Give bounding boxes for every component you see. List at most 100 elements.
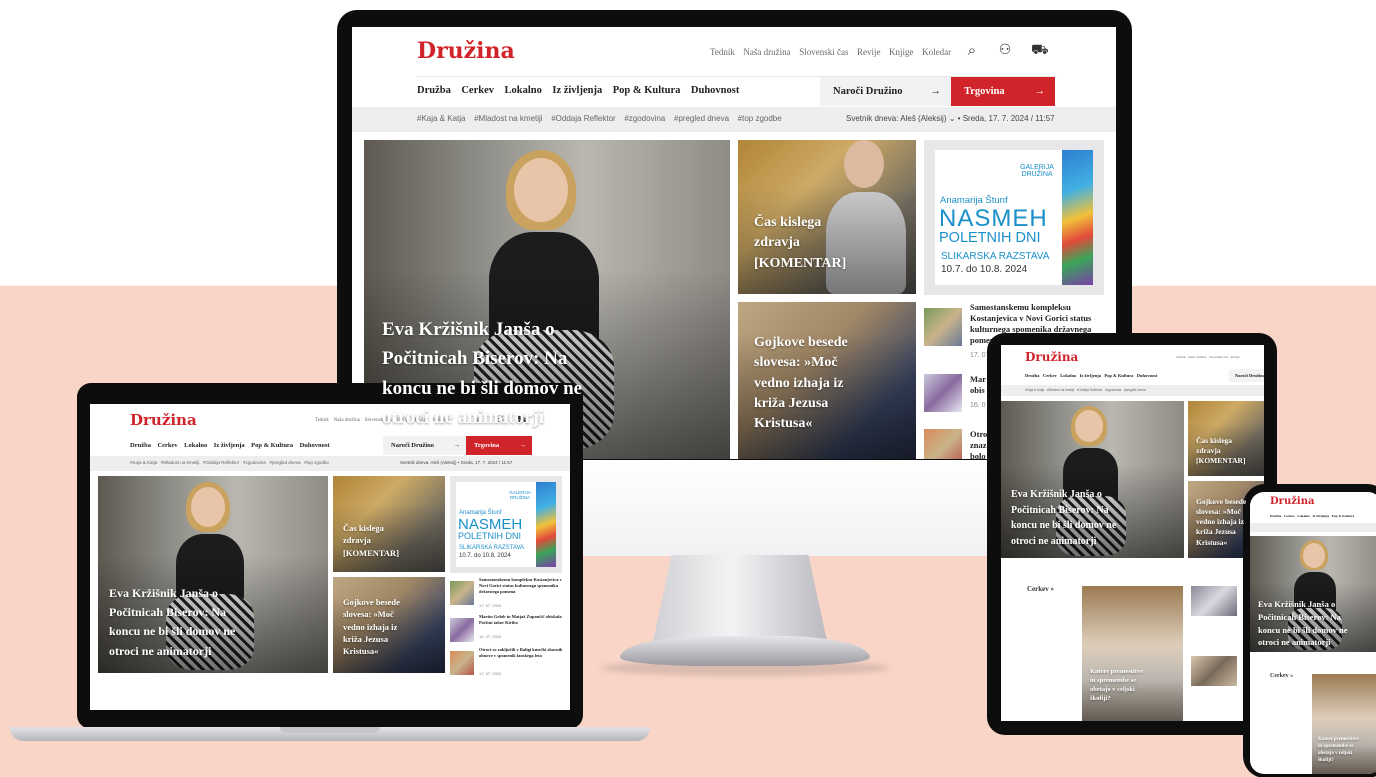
user-icon[interactable]: ⚇ [997, 42, 1013, 59]
nav-item-lokalno[interactable]: Lokalno [505, 85, 542, 96]
top-link-tednik[interactable]: Tednik [710, 47, 735, 57]
trending-tags: #Kaja & Katja #Mladost na kmetiji #Oddaja … [130, 460, 329, 465]
tag-item[interactable]: #Kaja & Katja [417, 114, 465, 123]
laptop-screen: Družina Tednik Naša družina Slovenski ča… [90, 404, 570, 710]
top-link-knjige[interactable]: Knjige [889, 47, 914, 57]
subscribe-button[interactable]: Naroči Družino → [383, 436, 466, 455]
ad-gallery-name: GALERIJA DRUŽINA [1020, 164, 1054, 179]
phone-screen: Družina Družba Cerkev Lokalno Iz življenja P… [1250, 492, 1376, 774]
list-item[interactable]: Otroci so zaključili v Baligi kmečki zbo… [450, 647, 565, 677]
shop-button[interactable]: Trgovina → [466, 436, 532, 455]
top-links: Tednik Naša družina Slovenski čas Revije… [710, 47, 957, 57]
commentary-article-title[interactable]: Čas kislega zdravja [KOMENTAR] [343, 522, 443, 559]
nav-item[interactable]: Duhovnost [300, 442, 330, 449]
chevron-down-icon: ⌄ [948, 114, 956, 123]
gojko-article-title[interactable]: Gojkove besede slovesa: »Moč vedno izhaj… [1196, 497, 1264, 548]
nav-item-iz-zivljenja[interactable]: Iz življenja [552, 85, 602, 96]
nav-item[interactable]: Družba [130, 442, 151, 449]
subscribe-button[interactable]: Naroči Družino → [820, 77, 951, 106]
list-item[interactable]: Martin Golob in Matjaž Zupančič obiskala… [450, 614, 565, 642]
subscribe-label: Naroči Družino [833, 86, 903, 97]
main-nav: Družba Cerkev Lokalno Iz življenja Pop & Kul… [1025, 373, 1158, 378]
list-item-thumbnail [924, 308, 962, 346]
section-list-thumbnail[interactable] [1191, 586, 1237, 616]
gallery-ad-banner[interactable]: GALERIJA DRUŽINA Anamarija Štunf NASMEH P… [924, 140, 1104, 295]
date-time: Sreda, 17. 7. 2024 / 11:57 [962, 114, 1055, 123]
hero-article-title[interactable]: Eva Kržišnik Janša o Počitnicah Biserov:… [1011, 487, 1179, 549]
nav-item-duhovnost[interactable]: Duhovnost [691, 85, 739, 96]
laptop-notch [280, 727, 380, 733]
main-nav: Družba Cerkev Lokalno Iz življenja Pop & Kul… [1270, 514, 1355, 518]
trending-tags: #Kaja & Katja #Mladost na kmetiji #Oddaja … [1025, 388, 1146, 392]
list-item-thumbnail [924, 429, 962, 459]
arrow-right-icon: → [453, 442, 461, 449]
gallery-ad-banner[interactable]: GALERIJA DRUŽINA Anamarija Štunf NASMEH PO… [450, 476, 562, 573]
arrow-right-icon: → [930, 86, 942, 97]
site-logo[interactable]: Družina [1025, 350, 1078, 364]
top-link-revije[interactable]: Revije [857, 47, 881, 57]
commentary-article-title[interactable]: Čas kislega zdravja [KOMENTAR] [1196, 436, 1264, 466]
nav-item[interactable]: Cerkev [157, 442, 177, 449]
tag-item[interactable]: #zgodovina [624, 114, 665, 123]
top-link[interactable]: Naša družina [334, 418, 360, 423]
subscribe-label: Naroči Družino [391, 442, 435, 449]
hero-article-title[interactable]: Eva Kržišnik Janša o Počitnicah Biserov:… [382, 315, 702, 433]
ad-title: NASMEH POLETNIH DNI [939, 205, 1048, 246]
site-logo[interactable]: Družina [130, 411, 197, 429]
top-link[interactable]: Tednik [315, 418, 329, 423]
saint-of-day[interactable]: Svetnik dneva: Aleš (Aleksij) • Sreda, 1… [400, 460, 512, 465]
gojko-article-title[interactable]: Gojkove besede slovesa: »Moč vedno izhaj… [343, 596, 443, 658]
nav-item-cerkev[interactable]: Cerkev [461, 85, 494, 96]
section-feature-title[interactable]: Katere premestitve in spremembe se obeta… [1090, 667, 1180, 703]
top-link-nasa-druzina[interactable]: Naša družina [743, 47, 790, 57]
druzina-site-tablet: Družina Tednik Naša družina Slovenski čas R… [1001, 345, 1264, 721]
nav-item[interactable]: Iz življenja [214, 442, 245, 449]
tags-bar [1250, 523, 1376, 532]
top-link-slovenski-cas[interactable]: Slovenski čas [799, 47, 848, 57]
tablet-screen: Družina Tednik Naša družina Slovenski čas R… [1001, 345, 1264, 721]
list-item-date: 16. 0 [970, 402, 986, 409]
shop-button[interactable]: Trgovina → [951, 77, 1055, 106]
list-item-thumbnail [924, 374, 962, 412]
tag-item[interactable]: #Oddaja Reflektor [551, 114, 615, 123]
ad-painting [1062, 150, 1093, 285]
ad-subtitle: SLIKARSKA RAZSTAVA 10.7. do 10.8. 2024 [941, 251, 1050, 275]
site-logo[interactable]: Družina [1270, 496, 1314, 507]
nav-item-pop-kultura[interactable]: Pop & Kultura [613, 85, 681, 96]
arrow-right-icon: → [1034, 86, 1046, 97]
list-item[interactable]: Samostanskemu kompleksu Kostanjevica v N… [450, 577, 565, 609]
main-nav: Družba Cerkev Lokalno Iz življenja Pop &… [130, 442, 334, 449]
hero-article-title[interactable]: Eva Kržišnik Janša o Počitnicah Biserov:… [109, 584, 309, 661]
druzina-site-phone: Družina Družba Cerkev Lokalno Iz življenja P… [1250, 492, 1376, 774]
list-item-title: Otro znaz bolo [970, 429, 988, 459]
saint-of-day-text: Svetnik dneva: Aleš (Aleksij) [846, 114, 947, 123]
subscribe-button[interactable]: Naroči Družino [1229, 369, 1264, 382]
druzina-site-laptop: Družina Tednik Naša družina Slovenski ča… [90, 404, 570, 710]
hero-article-title[interactable]: Eva Kržišnik Janša o Počitnicah Biserov:… [1258, 598, 1376, 649]
section-list-thumbnail[interactable] [1191, 656, 1237, 686]
nav-item-druzba[interactable]: Družba [417, 85, 451, 96]
trending-tags: #Kaja & Katja #Mladost na kmetiji #Oddaj… [417, 114, 788, 123]
list-item-title: Mar obis [970, 374, 987, 396]
top-link-koledar[interactable]: Koledar [922, 47, 951, 57]
section-feature-title[interactable]: Katere premestitve in spremembe se obeta… [1318, 736, 1376, 764]
commentary-article-title[interactable]: Čas kislega zdravja [KOMENTAR] [754, 213, 904, 274]
arrow-right-icon: → [519, 442, 527, 449]
section-title-cerkev[interactable]: Cerkev » [1027, 585, 1054, 593]
site-logo[interactable]: Družina [417, 38, 515, 64]
tag-item[interactable]: #top zgodbe [738, 114, 782, 123]
main-nav: Družba Cerkev Lokalno Iz življenja Pop &… [417, 85, 747, 96]
saint-of-day[interactable]: Svetnik dneva: Aleš (Aleksij) ⌄ • Sreda,… [846, 114, 1055, 123]
cart-icon[interactable]: ⛟ [1031, 42, 1049, 60]
shop-label: Trgovina [474, 442, 500, 449]
tag-item[interactable]: #Mladost na kmetiji [474, 114, 542, 123]
section-title-cerkev[interactable]: Cerkev » [1270, 673, 1293, 679]
gojko-article-title[interactable]: Gojkove besede slovesa: »Moč vedno izhaj… [754, 333, 904, 434]
shop-label: Trgovina [964, 86, 1005, 97]
top-links: Tednik Naša družina Slovenski čas Revije [1176, 355, 1240, 359]
nav-item[interactable]: Pop & Kultura [251, 442, 293, 449]
monitor-stand-base [620, 636, 870, 666]
search-icon[interactable]: ⌕ [964, 42, 980, 60]
nav-item[interactable]: Lokalno [184, 442, 207, 449]
tag-item[interactable]: #pregled dneva [674, 114, 729, 123]
